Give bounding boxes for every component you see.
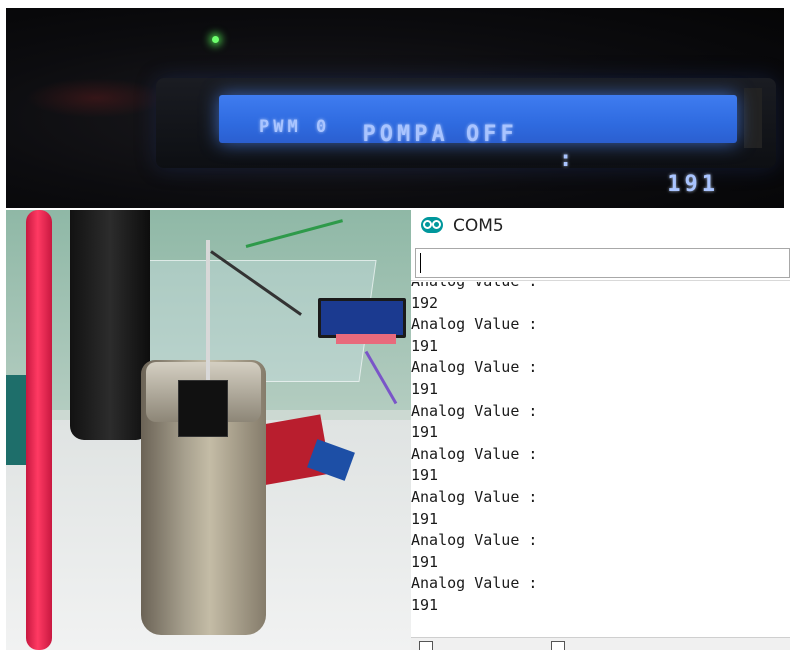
background-glow xyxy=(26,78,166,118)
serial-output-line: 191 xyxy=(411,466,439,485)
black-casing xyxy=(70,210,150,440)
serial-output-line: Analog Value : xyxy=(411,531,538,550)
serial-output-line: Analog Value : xyxy=(411,574,538,593)
serial-output-line: 191 xyxy=(411,595,439,614)
serial-output-line: 191 xyxy=(411,509,439,528)
red-cable xyxy=(26,210,52,650)
soil-moisture-sensor xyxy=(178,380,228,437)
hardware-photo xyxy=(6,210,411,650)
mini-lcd-module xyxy=(318,298,406,338)
text-caret xyxy=(420,253,421,273)
lcd-edge xyxy=(744,88,762,148)
serial-port-title: COM5 xyxy=(453,216,504,236)
serial-output-line: 191 xyxy=(411,379,439,398)
serial-output-line: Analog Value : xyxy=(411,487,538,506)
mini-lcd-pins xyxy=(336,334,396,344)
lcd-pump-status: POMPA OFF xyxy=(362,122,518,147)
lcd-screen: POMPA OFF : 191 PWM 0 xyxy=(219,95,737,197)
divider xyxy=(411,280,790,281)
serial-output-line: 192 xyxy=(411,293,439,312)
serial-output-line: Analog Value : xyxy=(411,401,538,420)
serial-send-input[interactable] xyxy=(415,248,790,278)
serial-output-line: 191 xyxy=(411,423,439,442)
serial-output-line: 191 xyxy=(411,552,439,571)
lcd-line-2: PWM 0 xyxy=(259,117,331,137)
lcd-sensor-value: 191 xyxy=(667,172,719,197)
serial-output-area[interactable]: Analog Value :192Analog Value :191Analog… xyxy=(411,282,790,637)
green-led-icon xyxy=(212,36,219,43)
serial-footer xyxy=(411,637,790,650)
serial-output-line: Analog Value : xyxy=(411,444,538,463)
serial-output-line: Analog Value : xyxy=(411,315,538,334)
grey-wire xyxy=(206,240,210,390)
lcd-photo: POMPA OFF : 191 PWM 0 xyxy=(6,8,784,208)
lcd-separator: : xyxy=(559,147,577,172)
arduino-logo-icon xyxy=(421,217,443,233)
serial-output-line: Analog Value : xyxy=(411,282,790,293)
serial-monitor-window: COM5 Analog Value :192Analog Value :191A… xyxy=(411,210,790,650)
timestamp-checkbox[interactable] xyxy=(551,641,565,650)
serial-titlebar: COM5 xyxy=(411,210,790,244)
lcd-line-1: POMPA OFF : 191 xyxy=(259,97,719,208)
autoscroll-checkbox[interactable] xyxy=(419,641,433,650)
serial-output-line: 191 xyxy=(411,336,439,355)
serial-output-line: Analog Value : xyxy=(411,358,538,377)
